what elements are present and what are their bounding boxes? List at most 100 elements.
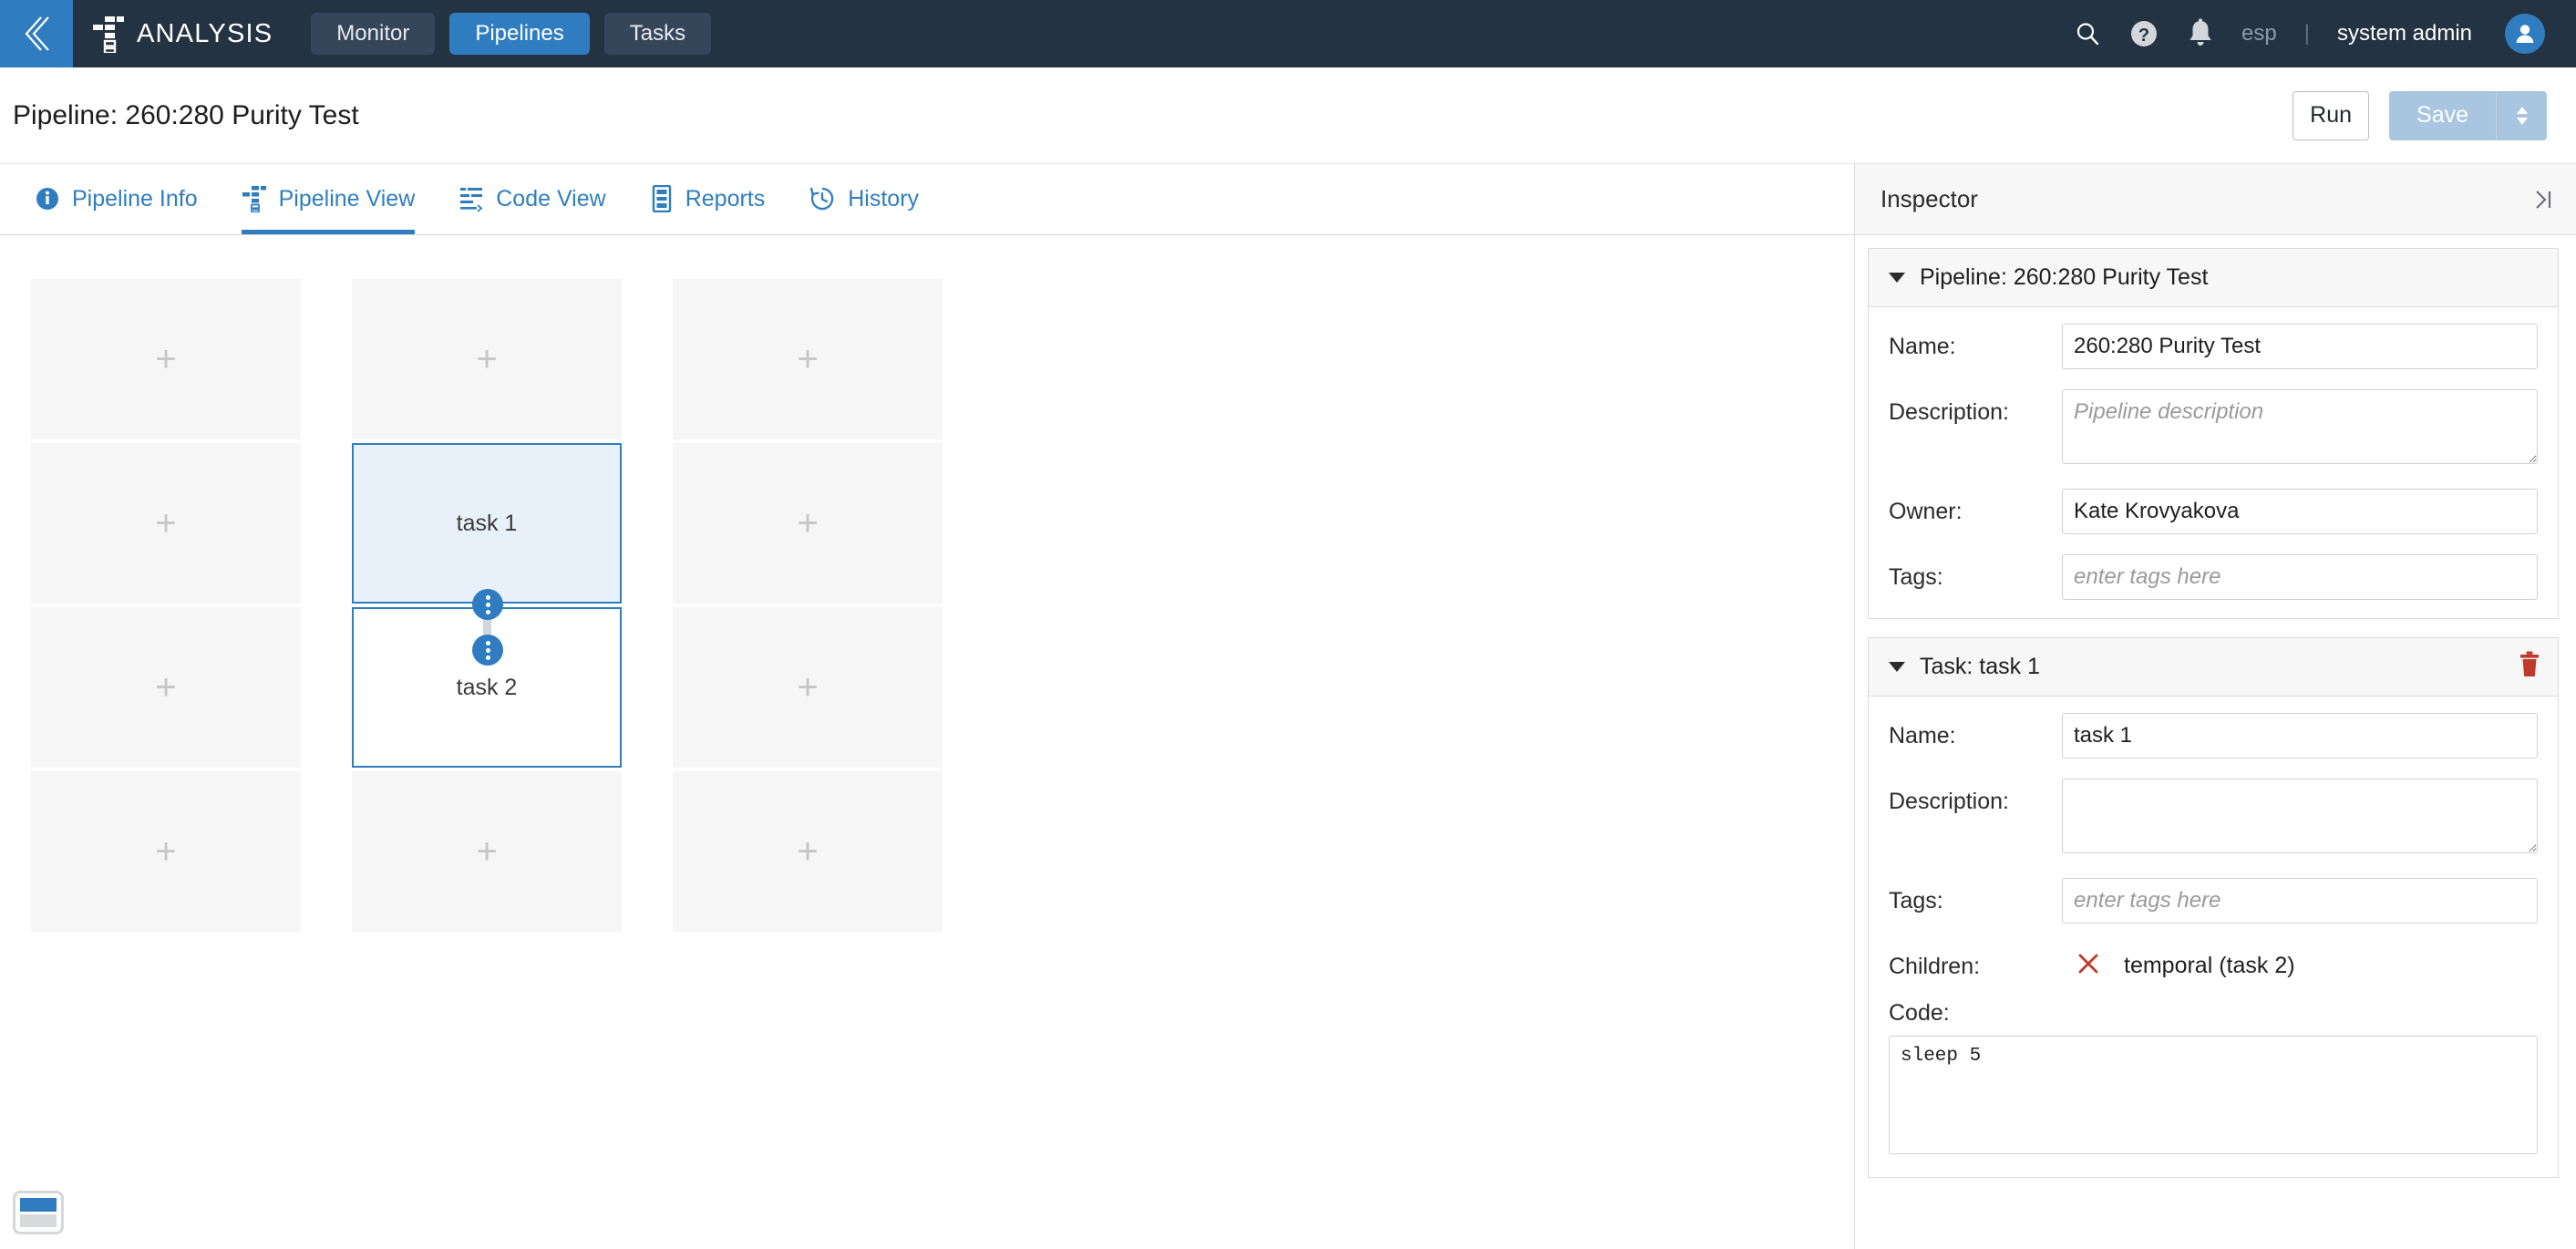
- inspector-header: Inspector: [1855, 164, 2576, 235]
- task-node-label: task 1: [456, 510, 518, 536]
- notifications-button[interactable]: [2187, 18, 2214, 49]
- tab-code-view[interactable]: Code View: [459, 163, 625, 234]
- task-2-input-port[interactable]: [472, 635, 503, 666]
- tab-pipeline-view[interactable]: Pipeline View: [241, 163, 436, 234]
- pipeline-tree-logo-icon: [93, 16, 124, 53]
- field-row-task-children: Children: temporal (task 2): [1889, 944, 2538, 980]
- empty-slot[interactable]: +: [673, 607, 943, 768]
- port-dot: [485, 655, 490, 660]
- delete-task-button[interactable]: [2518, 651, 2541, 683]
- pipeline-tags-label: Tags:: [1889, 564, 1943, 590]
- add-task-plus: +: [476, 831, 498, 872]
- empty-slot[interactable]: +: [673, 279, 943, 439]
- empty-slot[interactable]: +: [673, 771, 943, 932]
- empty-slot[interactable]: +: [31, 771, 301, 932]
- empty-slot[interactable]: +: [31, 279, 301, 439]
- child-item: temporal (task 2): [2062, 944, 2538, 980]
- minimap-top-band: [20, 1198, 57, 1213]
- task-code-textarea[interactable]: sleep 5: [1889, 1036, 2538, 1154]
- pipeline-card-header[interactable]: Pipeline: 260:280 Purity Test: [1869, 249, 2558, 307]
- avatar[interactable]: [2505, 14, 2545, 54]
- pipeline-canvas[interactable]: + + + + task 1 + + + task 2 + + + +: [0, 235, 1854, 1249]
- tab-label: Code View: [496, 185, 606, 212]
- task-node-task-1[interactable]: task 1: [352, 443, 622, 604]
- task-description-textarea[interactable]: [2062, 779, 2538, 853]
- inspector-collapse-button[interactable]: [2530, 188, 2554, 212]
- field-row-pipeline-tags: Tags:: [1889, 554, 2538, 600]
- tab-history[interactable]: History: [809, 163, 939, 234]
- save-dropdown-button[interactable]: [2496, 90, 2547, 140]
- nav-tab-tasks[interactable]: Tasks: [603, 13, 712, 55]
- field-row-pipeline-owner: Owner:: [1889, 489, 2538, 534]
- primary-nav-tabs: Monitor Pipelines Tasks: [311, 13, 712, 55]
- task-name-control: [2062, 713, 2538, 759]
- pipeline-description-label: Description:: [1889, 399, 2009, 425]
- pipeline-owner-input[interactable]: [2062, 489, 2538, 534]
- save-button[interactable]: Save: [2389, 90, 2496, 140]
- user-avatar-icon: [2516, 25, 2534, 43]
- code-lines-icon: [460, 188, 483, 212]
- task-description-label: Description:: [1889, 789, 2009, 814]
- inspector-content: Pipeline: 260:280 Purity Test Name: Desc…: [1855, 235, 2576, 1249]
- tab-reports[interactable]: Reports: [650, 163, 786, 234]
- empty-slot[interactable]: +: [352, 279, 622, 439]
- caret-updown-icon: [2516, 106, 2528, 125]
- task-name-input[interactable]: [2062, 713, 2538, 759]
- task-card-body: Name: Description: Tags:: [1869, 697, 2558, 1177]
- user-name-label: system admin: [2336, 21, 2472, 46]
- task-children-label: Children:: [1889, 954, 1981, 979]
- empty-slot[interactable]: +: [673, 443, 943, 604]
- add-task-plus: +: [155, 667, 177, 707]
- title-actions: Run Save: [2293, 90, 2576, 140]
- field-row-task-tags: Tags:: [1889, 878, 2538, 924]
- inspector-title: Inspector: [1880, 185, 1978, 212]
- add-task-plus: +: [797, 339, 819, 379]
- tab-pipeline-info[interactable]: Pipeline Info: [35, 163, 218, 234]
- pipeline-name-control: [2062, 324, 2538, 369]
- task-children-control: temporal (task 2): [2062, 944, 2538, 980]
- info-circle-icon: [36, 188, 58, 210]
- empty-slot[interactable]: +: [31, 443, 301, 604]
- task-tags-label: Tags:: [1889, 888, 1943, 914]
- run-button[interactable]: Run: [2293, 90, 2370, 140]
- tab-underline: [241, 230, 416, 234]
- topbar-right-group: ? esp | system admin: [2074, 14, 2576, 54]
- pipeline-card-body: Name: Description: Owner:: [1869, 307, 2558, 618]
- chevron-down-icon[interactable]: [1889, 273, 1905, 283]
- pipeline-description-textarea[interactable]: [2062, 389, 2538, 464]
- add-task-plus: +: [797, 503, 819, 543]
- add-task-plus: +: [155, 831, 177, 872]
- minimap-toggle[interactable]: [13, 1191, 64, 1234]
- port-dot: [485, 647, 490, 653]
- chevron-down-icon[interactable]: [1889, 662, 1905, 672]
- empty-slot[interactable]: +: [31, 607, 301, 768]
- save-button-group: Save: [2389, 90, 2547, 140]
- pipeline-tags-input[interactable]: [2062, 554, 2538, 600]
- pipeline-tree-icon: [242, 186, 266, 212]
- trash-icon: [2520, 651, 2539, 676]
- pipeline-name-label: Name:: [1889, 334, 1956, 359]
- brand-name: ANALYSIS: [137, 18, 273, 48]
- nav-tab-pipelines[interactable]: Pipelines: [449, 13, 590, 55]
- remove-child-button[interactable]: [2076, 952, 2100, 980]
- task-tags-control: [2062, 878, 2538, 924]
- pipeline-tags-control: [2062, 554, 2538, 600]
- task-description-control: [2062, 779, 2538, 858]
- task-tags-input[interactable]: [2062, 878, 2538, 924]
- task-1-output-port[interactable]: [472, 589, 503, 620]
- empty-slot[interactable]: +: [352, 771, 622, 932]
- add-task-plus: +: [476, 339, 498, 379]
- back-button[interactable]: [0, 0, 73, 67]
- help-button[interactable]: ?: [2128, 18, 2159, 49]
- pipeline-name-input[interactable]: [2062, 324, 2538, 369]
- search-button[interactable]: [2074, 20, 2101, 47]
- add-task-plus: +: [155, 503, 177, 543]
- field-row-task-name: Name:: [1889, 713, 2538, 759]
- add-task-plus: +: [155, 339, 177, 379]
- port-dot: [485, 609, 490, 614]
- task-card-title: Task: task 1: [1920, 654, 2040, 679]
- field-row-pipeline-name: Name:: [1889, 324, 2538, 369]
- task-card-header[interactable]: Task: task 1: [1869, 638, 2558, 697]
- nav-tab-monitor[interactable]: Monitor: [311, 13, 436, 55]
- task-code-section: Code: sleep 5: [1889, 1000, 2538, 1159]
